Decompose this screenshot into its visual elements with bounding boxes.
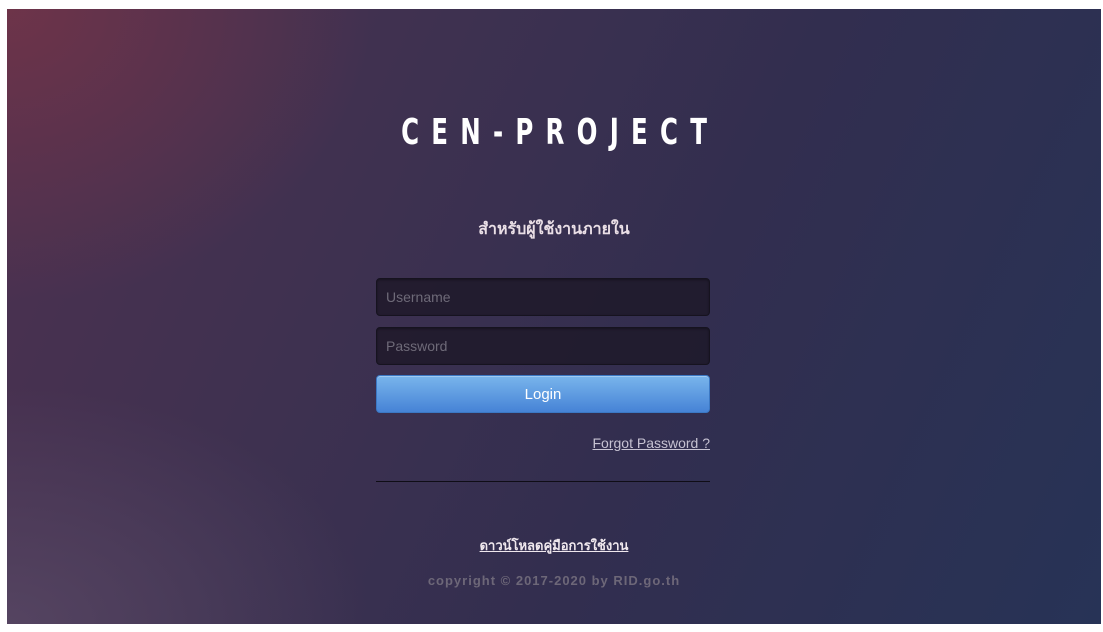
copyright-text: copyright © 2017-2020 by RID.go.th [427, 573, 681, 588]
login-page: CEN-PROJECT สำหรับผู้ใช้งานภายใน Login F… [7, 9, 1101, 624]
password-input[interactable] [376, 327, 710, 365]
divider [376, 481, 710, 482]
login-form: Login Forgot Password ? [376, 278, 710, 451]
forgot-password-link[interactable]: Forgot Password ? [593, 435, 711, 451]
username-input[interactable] [376, 278, 710, 316]
page-subtitle: สำหรับผู้ใช้งานภายใน [478, 219, 630, 238]
login-button[interactable]: Login [376, 375, 710, 413]
download-manual-link[interactable]: ดาวน์โหลดคู่มือการใช้งาน [7, 535, 1101, 556]
app-logo: CEN-PROJECT [401, 112, 720, 153]
